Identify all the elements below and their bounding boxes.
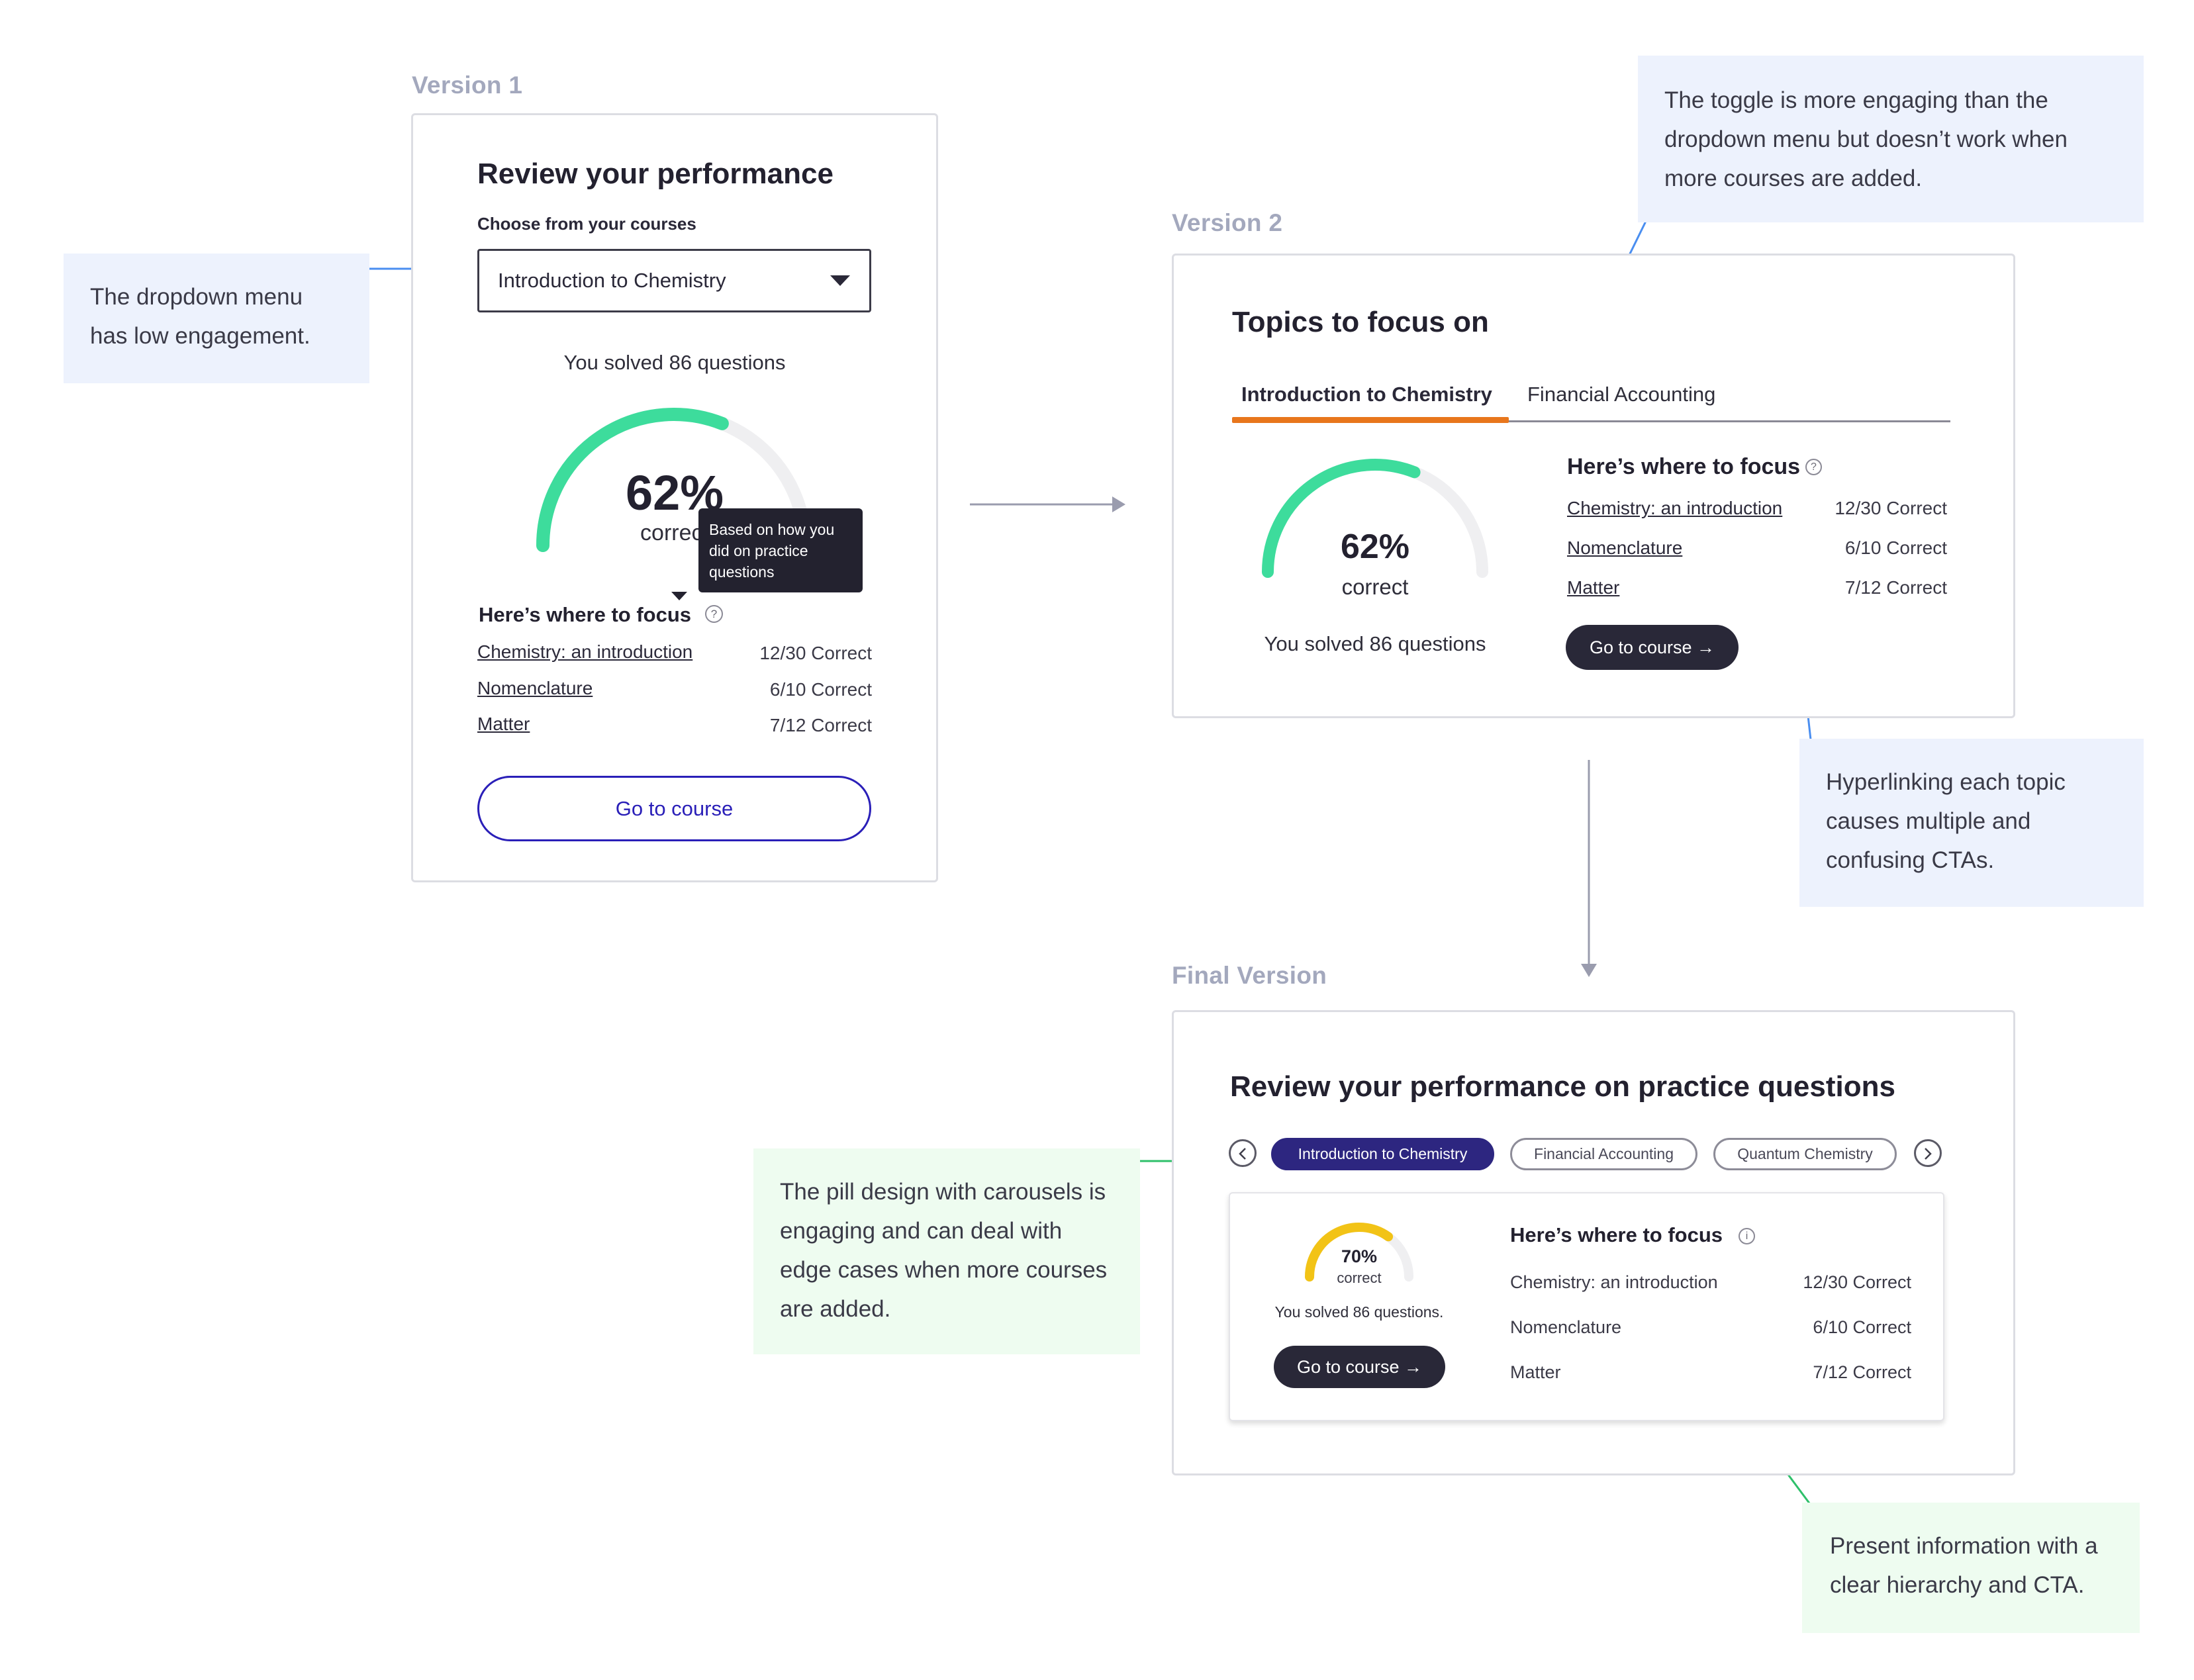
topic-link[interactable]: Matter: [477, 714, 530, 735]
topic-link[interactable]: Nomenclature: [1567, 537, 1682, 559]
version1-label: Version 1: [412, 71, 523, 99]
focus-heading: Here’s where to focus: [1510, 1223, 1723, 1246]
focus-heading: Here’s where to focus: [479, 603, 692, 626]
info-icon[interactable]: i: [1739, 1228, 1755, 1244]
topic-score: 6/10 Correct: [1813, 1317, 1911, 1337]
final-card: Review your performance on practice ques…: [1172, 1010, 2015, 1475]
chevron-left-icon: [1239, 1148, 1246, 1160]
go-to-course-label: Go to course →: [1296, 1357, 1423, 1377]
dropdown-note-text: The dropdown menu has low engagement.: [90, 284, 310, 349]
dropdown-note: The dropdown menu has low engagement.: [64, 254, 369, 383]
page-title: Review your performance: [477, 158, 834, 190]
topic-name: Matter: [1510, 1362, 1561, 1382]
focus-heading: Here’s where to focus: [1567, 454, 1801, 479]
chevron-right-icon: [1925, 1148, 1932, 1160]
help-icon[interactable]: ?: [705, 605, 723, 623]
topic-link[interactable]: Nomenclature: [477, 678, 593, 699]
topic-link[interactable]: Chemistry: an introduction: [1567, 498, 1782, 519]
pill-label: Introduction to Chemistry: [1298, 1145, 1468, 1162]
version1-card: Review your performance Choose from your…: [411, 113, 938, 882]
go-to-course-button[interactable]: Go to course →: [1566, 625, 1739, 670]
pill-label: Quantum Chemistry: [1737, 1145, 1873, 1162]
chevron-down-icon: [830, 275, 850, 286]
final-version-label: Final Version: [1172, 962, 1327, 989]
pill-note: The pill design with carousels is engagi…: [753, 1148, 1140, 1354]
go-to-course-label: Go to course: [615, 797, 734, 820]
tab-introduction-to-chemistry[interactable]: Introduction to Chemistry: [1232, 383, 1509, 425]
links-note: Hyperlinking each topic causes multiple …: [1799, 739, 2144, 907]
help-icon[interactable]: ?: [1805, 459, 1822, 475]
version2-label: Version 2: [1172, 209, 1283, 236]
topic-score: 6/10 Correct: [1844, 537, 1947, 558]
topic-link[interactable]: Matter: [1567, 577, 1619, 598]
score-correct-label: correct: [1341, 575, 1409, 599]
topic-score: 12/30 Correct: [1835, 498, 1947, 518]
course-dropdown-value: Introduction to Chemistry: [498, 269, 726, 292]
go-to-course-label: Go to course →: [1589, 637, 1715, 657]
topic-name: Chemistry: an introduction: [1510, 1272, 1718, 1292]
pill-financial-accounting[interactable]: Financial Accounting: [1510, 1138, 1697, 1170]
topic-score: 12/30 Correct: [1803, 1272, 1911, 1292]
solved-text: You solved 86 questions: [563, 351, 786, 374]
carousel-prev-button[interactable]: [1229, 1139, 1257, 1167]
pill-quantum-chemistry[interactable]: Quantum Chemistry: [1713, 1138, 1897, 1170]
topic-link[interactable]: Chemistry: an introduction: [477, 641, 692, 663]
hierarchy-note-text: Present information with a clear hierarc…: [1830, 1533, 2098, 1598]
tooltip-pointer: [671, 592, 687, 600]
topic-score: 7/12 Correct: [769, 715, 872, 735]
tooltip: Based on how you did on practice questio…: [698, 508, 863, 592]
solved-text: You solved 86 questions: [1264, 632, 1486, 655]
card-title: Topics to focus on: [1232, 306, 1489, 338]
course-dropdown[interactable]: Introduction to Chemistry: [477, 249, 871, 312]
topic-score: 7/12 Correct: [1813, 1362, 1911, 1382]
topic-score: 6/10 Correct: [769, 679, 872, 700]
pill-note-text: The pill design with carousels is engagi…: [780, 1179, 1108, 1322]
score-correct-label: correct: [1337, 1270, 1382, 1286]
score-percent: 70%: [1341, 1246, 1378, 1266]
toggle-note-text: The toggle is more engaging than the dro…: [1664, 87, 2068, 191]
version2-card: Topics to focus on Introduction to Chemi…: [1172, 254, 2015, 718]
topic-score: 7/12 Correct: [1844, 577, 1947, 598]
go-to-course-button[interactable]: Go to course: [477, 776, 871, 841]
tooltip-text: Based on how you did on practice questio…: [709, 521, 835, 581]
hierarchy-note: Present information with a clear hierarc…: [1802, 1503, 2140, 1633]
card-title: Review your performance on practice ques…: [1230, 1070, 1895, 1103]
score-percent: 62%: [1340, 528, 1410, 566]
topic-name: Nomenclature: [1510, 1317, 1622, 1337]
toggle-note: The toggle is more engaging than the dro…: [1638, 56, 2144, 222]
tab-label: Financial Accounting: [1527, 383, 1716, 406]
pill-label: Financial Accounting: [1534, 1145, 1674, 1162]
performance-panel: 70% correct You solved 86 questions. Go …: [1229, 1192, 1944, 1421]
go-to-course-button[interactable]: Go to course →: [1274, 1346, 1445, 1388]
tab-financial-accounting[interactable]: Financial Accounting: [1527, 383, 1715, 420]
choose-courses-label: Choose from your courses: [477, 214, 696, 234]
topic-score: 12/30 Correct: [759, 643, 872, 663]
pill-introduction-to-chemistry[interactable]: Introduction to Chemistry: [1271, 1138, 1494, 1170]
carousel-next-button[interactable]: [1914, 1139, 1942, 1167]
tab-label: Introduction to Chemistry: [1241, 383, 1492, 406]
solved-text: You solved 86 questions.: [1274, 1303, 1444, 1321]
tab-active-underline: [1232, 417, 1509, 423]
links-note-text: Hyperlinking each topic causes multiple …: [1826, 769, 2066, 873]
